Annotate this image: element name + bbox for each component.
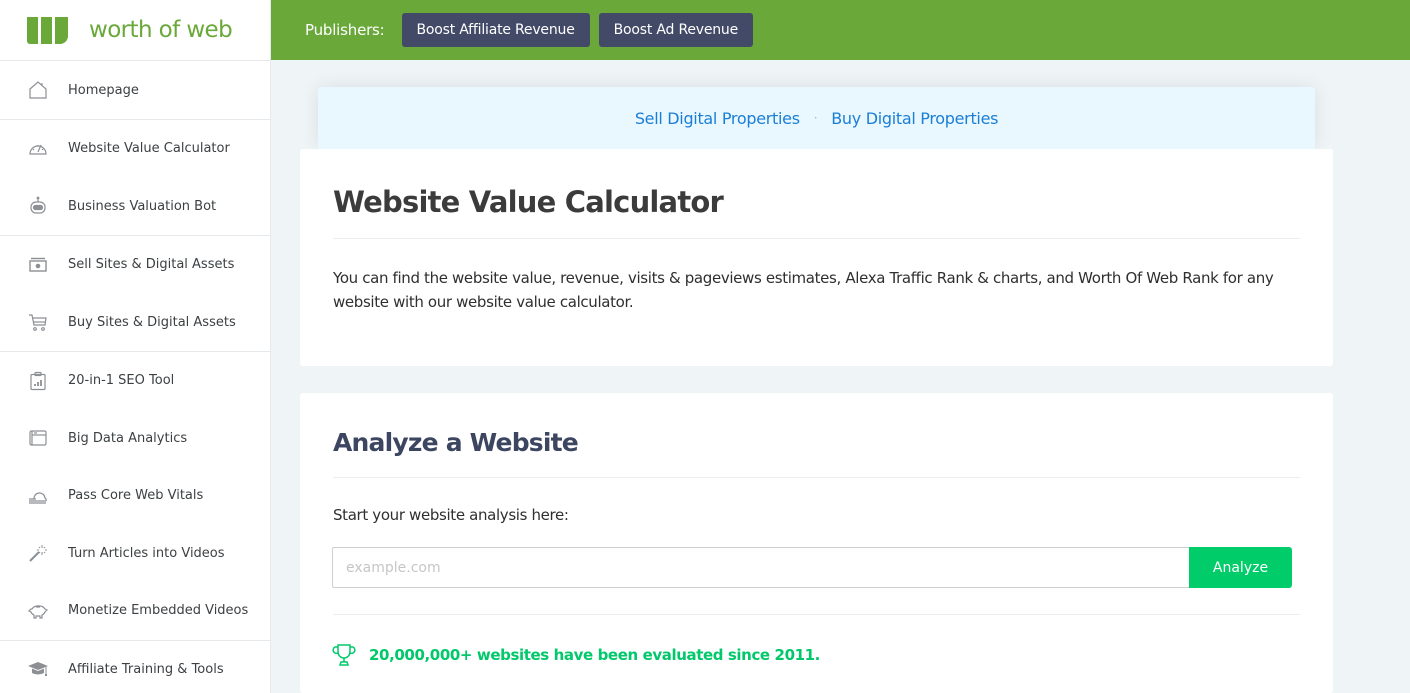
home-icon	[27, 79, 49, 101]
sidebar-item-label: Big Data Analytics	[68, 430, 188, 446]
logo-text: worth of web	[89, 17, 233, 43]
sidebar-item-label: Sell Sites & Digital Assets	[68, 257, 235, 273]
cart-icon	[27, 311, 49, 333]
sidebar-item-label: Buy Sites & Digital Assets	[68, 314, 236, 330]
intro-description: You can find the website value, revenue,…	[333, 269, 1274, 311]
robot-icon	[27, 195, 49, 217]
sidebar-item-label: Turn Articles into Videos	[68, 545, 225, 561]
sell-digital-properties-link[interactable]: Sell Digital Properties	[635, 109, 800, 128]
page-title: Website Value Calculator	[333, 185, 724, 219]
nav-group: Affiliate Training & Tools	[0, 641, 270, 693]
sidebar-item-label: Homepage	[68, 82, 139, 98]
sidebar-item-label: Pass Core Web Vitals	[68, 488, 204, 504]
graduation-cap-icon	[27, 658, 49, 680]
analyze-form: Analyze	[332, 547, 1292, 588]
sidebar-item-sell-sites[interactable]: Sell Sites & Digital Assets	[0, 236, 270, 294]
sidebar-item-website-value-calculator[interactable]: Website Value Calculator	[0, 120, 270, 178]
sidebar-item-big-data-analytics[interactable]: Big Data Analytics	[0, 410, 270, 468]
evaluation-stat-text: 20,000,000+ websites have been evaluated…	[369, 646, 820, 664]
sidebar-item-homepage[interactable]: Homepage	[0, 61, 270, 119]
window-icon	[27, 427, 49, 449]
intro-card: Website Value Calculator You can find th…	[300, 149, 1333, 366]
promo-banner: Sell Digital Properties · Buy Digital Pr…	[318, 87, 1315, 149]
boost-affiliate-revenue-button[interactable]: Boost Affiliate Revenue	[401, 13, 590, 47]
money-icon	[27, 254, 49, 276]
logo-mark-icon	[27, 16, 68, 44]
publishers-label: Publishers:	[305, 21, 385, 39]
sidebar-item-business-valuation-bot[interactable]: Business Valuation Bot	[0, 178, 270, 236]
buy-digital-properties-link[interactable]: Buy Digital Properties	[831, 109, 998, 128]
divider	[333, 238, 1300, 239]
nav-group: Homepage	[0, 61, 270, 120]
sidebar: worth of web Homepage Website Value Calc…	[0, 0, 271, 693]
evaluation-stat: 20,000,000+ websites have been evaluated…	[332, 643, 820, 667]
clipboard-chart-icon	[27, 370, 49, 392]
sidebar-item-label: Monetize Embedded Videos	[68, 603, 249, 619]
sidebar-item-monetize-videos[interactable]: Monetize Embedded Videos	[0, 582, 270, 640]
link-separator: ·	[813, 111, 818, 125]
analyze-title: Analyze a Website	[333, 428, 579, 457]
sidebar-nav: Homepage Website Value Calculator Busine…	[0, 60, 270, 693]
sidebar-item-buy-sites[interactable]: Buy Sites & Digital Assets	[0, 294, 270, 352]
speedometer-icon	[27, 138, 49, 160]
nav-group: 20-in-1 SEO Tool Big Data Analytics Pass…	[0, 352, 270, 641]
sidebar-item-articles-into-videos[interactable]: Turn Articles into Videos	[0, 525, 270, 583]
sidebar-item-label: Affiliate Training & Tools	[68, 661, 224, 677]
topbar: Publishers: Boost Affiliate Revenue Boos…	[271, 0, 1410, 60]
sidebar-item-core-web-vitals[interactable]: Pass Core Web Vitals	[0, 467, 270, 525]
sidebar-item-label: Website Value Calculator	[68, 141, 230, 157]
nav-group: Website Value Calculator Business Valuat…	[0, 120, 270, 236]
cloud-speed-icon	[27, 485, 49, 507]
sidebar-item-affiliate-training[interactable]: Affiliate Training & Tools	[0, 641, 270, 693]
boost-ad-revenue-button[interactable]: Boost Ad Revenue	[598, 13, 754, 47]
analyze-card: Analyze a Website Start your website ana…	[300, 393, 1333, 693]
trophy-icon	[332, 643, 356, 667]
analyze-button[interactable]: Analyze	[1189, 547, 1292, 588]
divider	[333, 477, 1300, 478]
nav-group: Sell Sites & Digital Assets Buy Sites & …	[0, 236, 270, 352]
piggy-bank-icon	[27, 600, 49, 622]
analysis-prompt: Start your website analysis here:	[333, 506, 569, 524]
sidebar-item-seo-tool[interactable]: 20-in-1 SEO Tool	[0, 352, 270, 410]
magic-wand-icon	[27, 542, 49, 564]
divider	[333, 614, 1300, 615]
sidebar-item-label: Business Valuation Bot	[68, 198, 217, 214]
logo[interactable]: worth of web	[0, 0, 270, 60]
website-url-input[interactable]	[332, 547, 1189, 588]
sidebar-item-label: 20-in-1 SEO Tool	[68, 373, 175, 389]
